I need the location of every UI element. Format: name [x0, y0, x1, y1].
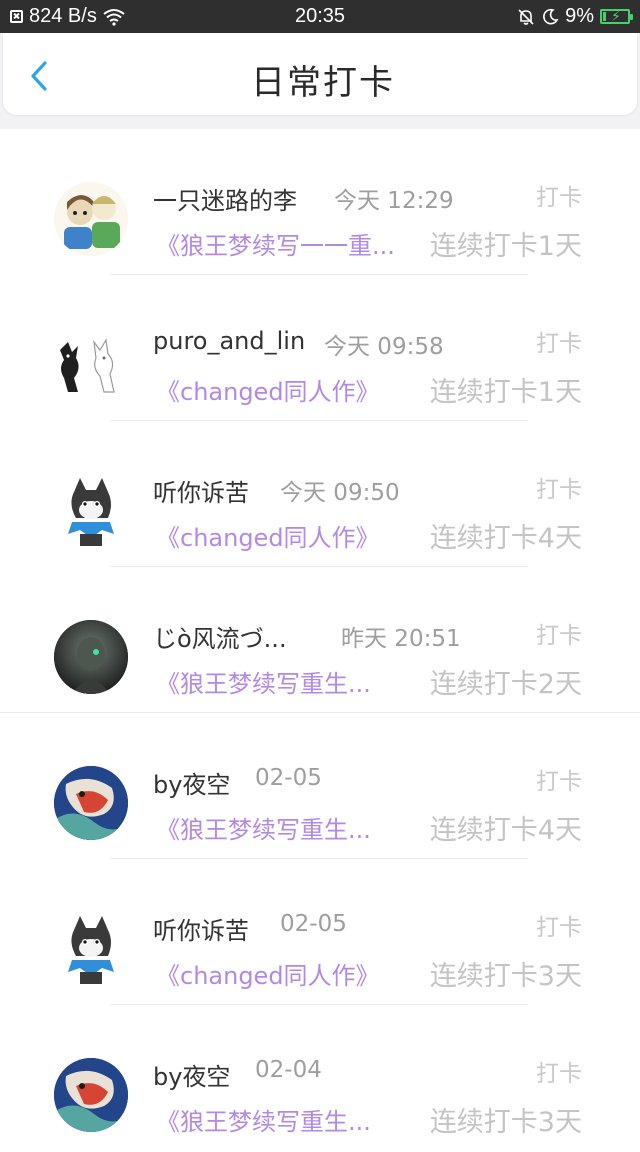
checkin-time: 今天 09:58	[324, 334, 444, 360]
divider	[110, 420, 528, 421]
checkin-action-label: 打卡	[536, 623, 582, 649]
checkin-action-label: 打卡	[536, 477, 582, 503]
checkin-item[interactable]: 听你诉苦 02-05 打卡 《changed同人作》 连续打卡3天	[0, 860, 640, 1006]
header-area: 日常打卡	[0, 33, 640, 129]
checkin-time: 今天 12:29	[334, 188, 454, 214]
checkin-time: 昨天 20:51	[341, 626, 461, 652]
book-title-link[interactable]: 《changed同人作》	[156, 372, 380, 407]
streak-text: 连续打卡2天	[429, 669, 582, 700]
divider	[110, 1004, 528, 1005]
book-title-link[interactable]: 《changed同人作》	[156, 518, 380, 553]
battery-icon: ⚡	[600, 8, 633, 24]
moon-icon	[543, 8, 559, 24]
checkin-time: 今天 09:50	[280, 480, 400, 506]
streak-text: 连续打卡3天	[429, 1107, 582, 1138]
divider	[110, 274, 528, 275]
book-title-link[interactable]: 《changed同人作》	[156, 956, 380, 991]
status-bar: 824 B/s 20:35 9% ⚡	[0, 0, 640, 33]
book-title-link[interactable]: 《狼王梦续写重生...	[156, 664, 371, 699]
checkin-item[interactable]: by夜空 02-05 打卡 《狼王梦续写重生... 连续打卡4天	[0, 714, 640, 860]
streak-text: 连续打卡4天	[429, 815, 582, 846]
streak-text: 连续打卡1天	[429, 377, 582, 408]
mute-bell-icon	[518, 8, 534, 25]
checkin-time: 02-05	[280, 911, 347, 937]
checkin-item[interactable]: puro_and_lin 今天 09:58 打卡 《changed同人作》 连续…	[0, 276, 640, 422]
user-name: puro_and_lin	[153, 327, 306, 355]
streak-text: 连续打卡1天	[429, 231, 582, 262]
checkin-action-label: 打卡	[536, 331, 582, 357]
checkin-action-label: 打卡	[536, 185, 582, 211]
page-title: 日常打卡	[251, 63, 395, 103]
checkin-action-label: 打卡	[536, 1061, 582, 1087]
book-title-link[interactable]: 《狼王梦续写重生...	[156, 1102, 371, 1137]
avatar[interactable]	[54, 328, 128, 402]
book-title-link[interactable]: 《狼王梦续写一一重...	[156, 226, 395, 261]
avatar[interactable]	[54, 474, 128, 548]
checkin-time: 02-05	[255, 765, 322, 791]
divider	[0, 712, 640, 713]
battery-percent: 9%	[565, 5, 594, 27]
avatar[interactable]	[54, 620, 128, 694]
avatar[interactable]	[54, 182, 128, 256]
checkin-item[interactable]: 听你诉苦 今天 09:50 打卡 《changed同人作》 连续打卡4天	[0, 422, 640, 568]
streak-text: 连续打卡3天	[429, 961, 582, 992]
avatar[interactable]	[54, 1058, 128, 1132]
streak-text: 连续打卡4天	[429, 523, 582, 554]
avatar[interactable]	[54, 912, 128, 986]
divider	[110, 858, 528, 859]
book-title-link[interactable]: 《狼王梦续写重生...	[156, 810, 371, 845]
user-name: 听你诉苦	[153, 479, 249, 507]
checkin-list: 一只迷路的李 今天 12:29 打卡 《狼王梦续写一一重... 连续打卡1天 p…	[0, 130, 640, 1152]
user-name: by夜空	[153, 771, 231, 799]
checkin-item[interactable]: 一只迷路的李 今天 12:29 打卡 《狼王梦续写一一重... 连续打卡1天	[0, 130, 640, 276]
checkin-item[interactable]: by夜空 02-04 打卡 《狼王梦续写重生... 连续打卡3天	[0, 1006, 640, 1152]
checkin-time: 02-04	[255, 1057, 322, 1083]
user-name: じò风流づ...	[153, 625, 287, 653]
divider	[110, 566, 528, 567]
checkin-action-label: 打卡	[536, 915, 582, 941]
checkin-action-label: 打卡	[536, 769, 582, 795]
user-name: 一只迷路的李	[153, 187, 297, 215]
user-name: by夜空	[153, 1063, 231, 1091]
checkin-item[interactable]: じò风流づ... 昨天 20:51 打卡 《狼王梦续写重生... 连续打卡2天	[0, 568, 640, 714]
header: 日常打卡	[3, 33, 637, 115]
avatar[interactable]	[54, 766, 128, 840]
user-name: 听你诉苦	[153, 917, 249, 945]
